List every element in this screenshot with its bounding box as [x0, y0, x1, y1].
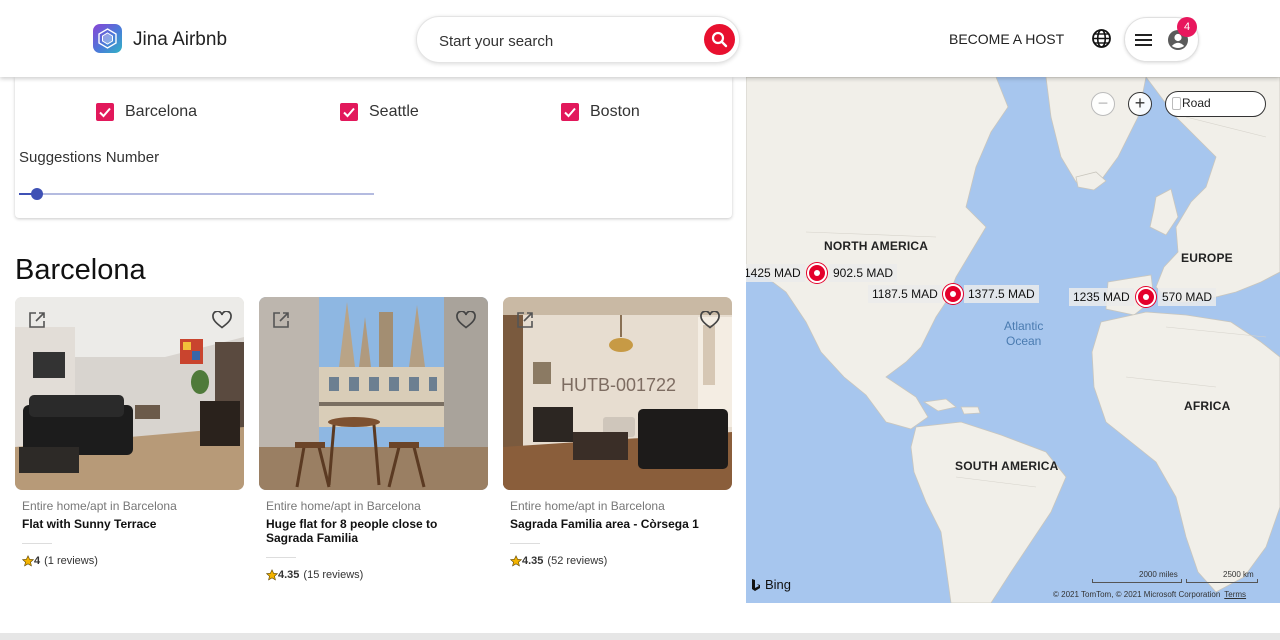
notification-badge: 4	[1177, 17, 1197, 37]
section-title: Barcelona	[15, 254, 146, 286]
logo-icon[interactable]	[93, 24, 122, 53]
filter-panel: Barcelona Seattle Boston Suggestions Num…	[15, 77, 732, 218]
map-view[interactable]: NORTH AMERICA EUROPE AFRICA SOUTH AMERIC…	[746, 77, 1280, 603]
map-label-north-america: NORTH AMERICA	[824, 239, 929, 253]
ocean-label-line1: Atlantic	[1004, 319, 1044, 333]
listing-type: Entire home/apt in Barcelona	[510, 499, 665, 513]
star-icon	[510, 555, 522, 567]
map-label-atlantic-ocean: Atlantic Ocean	[1004, 319, 1043, 349]
become-host-link[interactable]: BECOME A HOST	[949, 31, 1064, 47]
search-button[interactable]	[704, 24, 735, 55]
listing-title[interactable]: Huge flat for 8 people close to Sagrada …	[266, 517, 476, 545]
search-input[interactable]: Start your search	[439, 33, 553, 50]
listing-photo[interactable]	[15, 297, 244, 490]
suggestions-number-label: Suggestions Number	[19, 149, 160, 166]
favorite-heart-icon[interactable]	[456, 311, 476, 329]
price-label[interactable]: 1187.5 MAD	[868, 285, 942, 303]
listing-photo[interactable]: HUTB-001722	[503, 297, 732, 490]
review-count: (52 reviews)	[547, 555, 608, 567]
scale-miles-label: 2000 miles	[1139, 570, 1178, 579]
review-count: (1 reviews)	[44, 555, 98, 567]
rating-value: 4.35	[522, 555, 544, 567]
city-label: Boston	[590, 103, 640, 120]
top-header: Jina Airbnb Start your search BECOME A H…	[0, 0, 1280, 77]
price-label[interactable]: 570 MAD	[1158, 288, 1217, 306]
city-filter-boston[interactable]: Boston	[561, 103, 640, 121]
listing-card[interactable]: Entire home/apt in Barcelona Huge flat f…	[259, 297, 488, 581]
rating-value: 4.35	[278, 569, 300, 581]
menu-icon	[1135, 34, 1152, 46]
map-style-button[interactable]: Road	[1165, 91, 1266, 117]
location-pin-icon[interactable]	[807, 263, 827, 283]
divider	[22, 543, 52, 544]
bing-label: Bing	[765, 577, 792, 592]
rating-value: 4	[34, 555, 41, 567]
map-copyright: © 2021 TomTom, © 2021 Microsoft Corporat…	[1053, 590, 1246, 599]
copyright-text: © 2021 TomTom, © 2021 Microsoft Corporat…	[1053, 590, 1221, 599]
terms-link[interactable]: Terms	[1224, 590, 1246, 599]
scale-bar-km	[1186, 579, 1258, 583]
star-icon	[22, 555, 34, 567]
price-label[interactable]: 902.5 MAD	[829, 264, 898, 282]
open-external-icon[interactable]	[28, 311, 46, 329]
open-external-icon[interactable]	[272, 311, 290, 329]
city-label: Barcelona	[125, 103, 198, 120]
listing-rating: 4.35 (52 reviews)	[510, 555, 732, 567]
listing-card[interactable]: Entire home/apt in Barcelona Flat with S…	[15, 297, 244, 567]
divider	[510, 543, 540, 544]
search-bar[interactable]: Start your search	[416, 16, 740, 63]
road-icon	[1172, 97, 1181, 110]
listing-card[interactable]: HUTB-001722 Entire home/apt in Barcelona…	[503, 297, 732, 567]
bing-logo[interactable]: Bing	[751, 577, 791, 592]
listing-rating: 4.35 (15 reviews)	[266, 569, 488, 581]
bing-icon	[752, 578, 760, 591]
photo-watermark: HUTB-001722	[561, 375, 677, 395]
suggestions-slider-thumb[interactable]	[30, 188, 43, 200]
map-style-label: Road	[1182, 96, 1211, 110]
globe-icon[interactable]	[1091, 28, 1112, 49]
checkbox-boston[interactable]	[561, 103, 579, 121]
price-label[interactable]: 1425 MAD	[746, 264, 805, 282]
listing-title[interactable]: Sagrada Familia area - Còrsega 1	[510, 517, 720, 531]
zoom-in-button[interactable]: +	[1128, 92, 1152, 116]
checkbox-barcelona[interactable]	[96, 103, 114, 121]
price-label[interactable]: 1235 MAD	[1069, 288, 1134, 306]
search-icon	[711, 31, 728, 48]
open-external-icon[interactable]	[516, 311, 534, 329]
map-label-south-america: SOUTH AMERICA	[955, 459, 1059, 473]
scale-km-label: 2500 km	[1223, 570, 1254, 579]
location-pin-icon[interactable]	[1136, 287, 1156, 307]
location-pin-icon[interactable]	[943, 284, 963, 304]
listing-rating: 4 (1 reviews)	[22, 555, 244, 567]
footer-strip	[0, 633, 1280, 640]
star-icon	[266, 569, 278, 581]
city-filter-seattle[interactable]: Seattle	[340, 103, 419, 121]
listing-title[interactable]: Flat with Sunny Terrace	[22, 517, 232, 531]
favorite-heart-icon[interactable]	[700, 311, 720, 329]
map-label-europe: EUROPE	[1181, 251, 1233, 265]
listing-type: Entire home/apt in Barcelona	[22, 499, 177, 513]
map-label-africa: AFRICA	[1184, 399, 1231, 413]
checkbox-seattle[interactable]	[340, 103, 358, 121]
favorite-heart-icon[interactable]	[212, 311, 232, 329]
scale-bar-miles	[1092, 579, 1182, 583]
city-label: Seattle	[369, 103, 419, 120]
price-label[interactable]: 1377.5 MAD	[964, 285, 1039, 303]
divider	[266, 557, 296, 558]
review-count: (15 reviews)	[303, 569, 364, 581]
city-filter-barcelona[interactable]: Barcelona	[96, 103, 197, 121]
listing-type: Entire home/apt in Barcelona	[266, 499, 421, 513]
suggestions-slider-track[interactable]	[19, 193, 374, 195]
brand-name[interactable]: Jina Airbnb	[133, 29, 227, 51]
listing-photo[interactable]	[259, 297, 488, 490]
ocean-label-line2: Ocean	[1006, 334, 1042, 348]
zoom-out-button[interactable]: −	[1091, 92, 1115, 116]
